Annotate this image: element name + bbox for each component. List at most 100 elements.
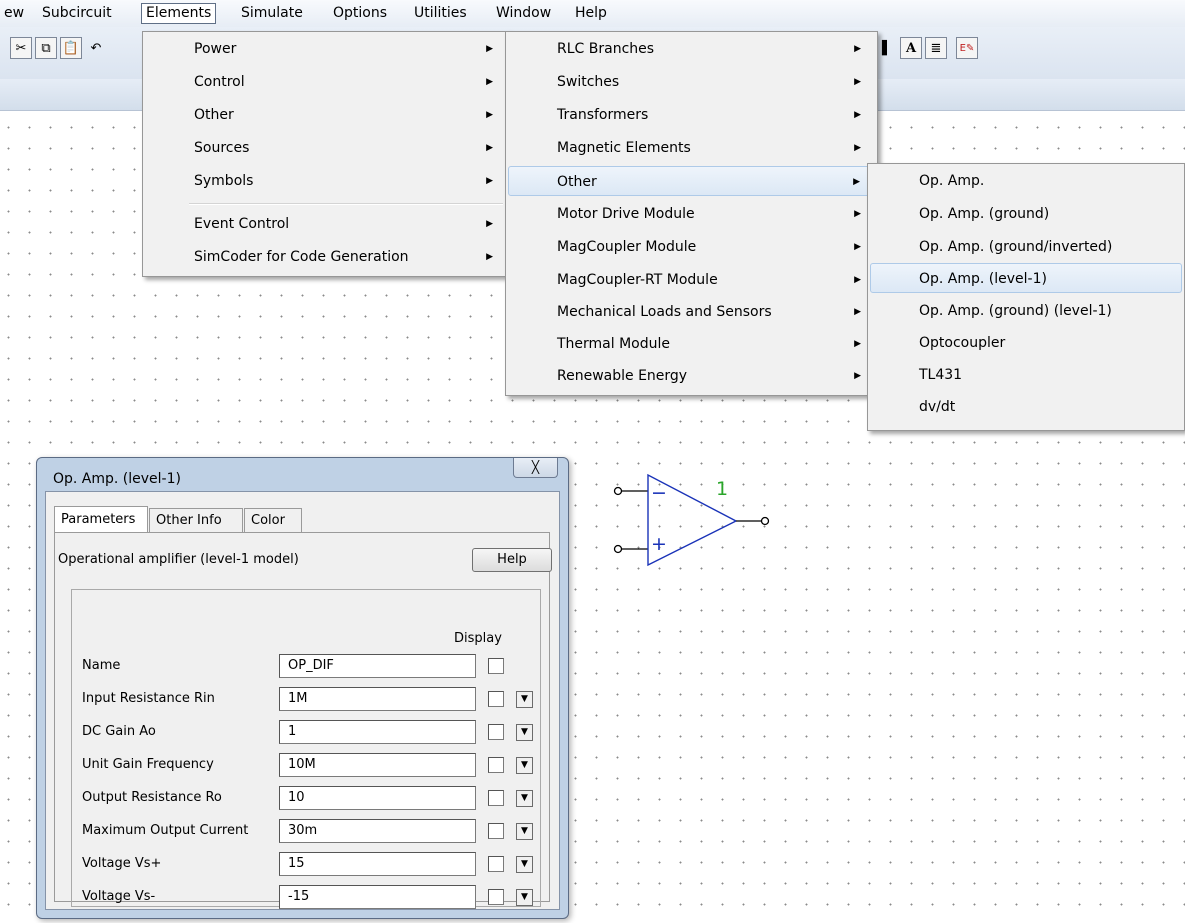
opamp-symbol[interactable]: − + 1: [608, 470, 778, 580]
component-description: Operational amplifier (level-1 model): [58, 552, 299, 567]
tab-parameters[interactable]: Parameters: [54, 506, 148, 532]
menu-item-magcoupler[interactable]: MagCoupler Module ▶: [508, 232, 875, 262]
menu-utilities[interactable]: Utilities: [410, 4, 471, 23]
name-field[interactable]: OP_DIF: [279, 654, 476, 678]
chevron-right-icon: ▶: [486, 176, 493, 186]
text-tool-icon[interactable]: A: [900, 37, 922, 59]
chevron-right-icon: ▶: [854, 143, 861, 153]
menu-item-optocoupler[interactable]: Optocoupler: [870, 328, 1182, 358]
param-label: Input Resistance Rin: [82, 691, 215, 706]
param-label: Unit Gain Frequency: [82, 757, 214, 772]
menu-item-opamp-level1[interactable]: Op. Amp. (level-1): [870, 263, 1182, 293]
menu-item-other[interactable]: Other ▶: [145, 100, 507, 130]
chevron-right-icon: ▶: [486, 143, 493, 153]
paste-icon[interactable]: 📋: [60, 37, 82, 59]
menu-item-rlc-branches[interactable]: RLC Branches ▶: [508, 34, 875, 64]
menu-item-tl431[interactable]: TL431: [870, 360, 1182, 390]
display-checkbox[interactable]: [488, 790, 504, 806]
chevron-down-icon[interactable]: ▼: [516, 757, 533, 774]
param-label: Output Resistance Ro: [82, 790, 222, 805]
menu-view[interactable]: ew: [0, 4, 28, 23]
chevron-right-icon: ▶: [854, 307, 861, 317]
menu-item-event-control[interactable]: Event Control ▶: [145, 209, 507, 239]
output-resistance-field[interactable]: 10: [279, 786, 476, 810]
menu-item-transformers[interactable]: Transformers ▶: [508, 100, 875, 130]
input-resistance-field[interactable]: 1M: [279, 687, 476, 711]
menu-item-opamp-ground-inverted[interactable]: Op. Amp. (ground/inverted): [870, 232, 1182, 262]
menu-item-switches[interactable]: Switches ▶: [508, 67, 875, 97]
opamp-input-minus-terminal: [613, 486, 623, 496]
menu-options[interactable]: Options: [329, 4, 391, 23]
menu-separator: [189, 203, 503, 205]
chevron-down-icon[interactable]: ▼: [516, 790, 533, 807]
param-label: DC Gain Ao: [82, 724, 156, 739]
menu-item-magnetic-elements[interactable]: Magnetic Elements ▶: [508, 133, 875, 163]
undo-icon[interactable]: ↶: [85, 37, 107, 59]
power-submenu: RLC Branches ▶ Switches ▶ Transformers ▶ Ma…: [505, 31, 878, 396]
param-label: Maximum Output Current: [82, 823, 249, 838]
dialog-body: Parameters Other Info Color Operational …: [45, 491, 560, 910]
menu-bar: ew Subcircuit Elements Simulate Options …: [0, 0, 1185, 28]
menu-subcircuit[interactable]: Subcircuit: [38, 4, 116, 23]
cut-icon[interactable]: ✂: [10, 37, 32, 59]
param-label: Name: [82, 658, 121, 673]
menu-item-opamp-ground[interactable]: Op. Amp. (ground): [870, 199, 1182, 229]
voltage-vs-plus-field[interactable]: 15: [279, 852, 476, 876]
menu-help[interactable]: Help: [571, 4, 611, 23]
menu-item-power-other[interactable]: Other ▶: [508, 166, 875, 196]
close-icon[interactable]: ╳: [513, 458, 558, 478]
elements-menu: Power ▶ Control ▶ Other ▶ Sources ▶ Symbols ▶…: [142, 31, 510, 277]
menu-item-sources[interactable]: Sources ▶: [145, 133, 507, 163]
opamp-plus-sign: +: [651, 533, 667, 555]
unit-gain-frequency-field[interactable]: 10M: [279, 753, 476, 777]
menu-elements[interactable]: Elements: [141, 3, 217, 24]
draw-pen-icon[interactable]: E ✎: [956, 37, 978, 59]
tab-other-info[interactable]: Other Info: [149, 508, 243, 532]
display-checkbox[interactable]: [488, 757, 504, 773]
menu-window[interactable]: Window: [492, 4, 555, 23]
menu-item-power[interactable]: Power ▶: [145, 34, 507, 64]
help-button[interactable]: Help: [472, 548, 552, 572]
menu-simulate[interactable]: Simulate: [237, 4, 307, 23]
toolbar-separator-icon: ▌: [882, 40, 892, 56]
menu-item-opamp-ground-level1[interactable]: Op. Amp. (ground) (level-1): [870, 296, 1182, 326]
max-output-current-field[interactable]: 30m: [279, 819, 476, 843]
menu-item-opamp[interactable]: Op. Amp.: [870, 166, 1182, 196]
chevron-down-icon[interactable]: ▼: [516, 823, 533, 840]
opamp-output-terminal: [760, 516, 770, 526]
display-checkbox[interactable]: [488, 691, 504, 707]
menu-item-thermal[interactable]: Thermal Module ▶: [508, 329, 875, 359]
menu-item-control[interactable]: Control ▶: [145, 67, 507, 97]
display-checkbox[interactable]: [488, 856, 504, 872]
align-text-icon[interactable]: ≣: [925, 37, 947, 59]
menu-item-renewable-energy[interactable]: Renewable Energy ▶: [508, 361, 875, 391]
menu-item-symbols[interactable]: Symbols ▶: [145, 166, 507, 196]
display-checkbox[interactable]: [488, 823, 504, 839]
tab-color[interactable]: Color: [244, 508, 302, 532]
chevron-right-icon: ▶: [854, 242, 861, 252]
menu-item-simcoder[interactable]: SimCoder for Code Generation ▶: [145, 242, 507, 272]
menu-item-magcoupler-rt[interactable]: MagCoupler-RT Module ▶: [508, 265, 875, 295]
chevron-right-icon: ▶: [854, 44, 861, 54]
display-checkbox[interactable]: [488, 658, 504, 674]
display-checkbox[interactable]: [488, 724, 504, 740]
copy-icon[interactable]: ⧉: [35, 37, 57, 59]
voltage-vs-minus-field[interactable]: -15: [279, 885, 476, 909]
menu-item-motor-drive[interactable]: Motor Drive Module ▶: [508, 199, 875, 229]
chevron-right-icon: ▶: [854, 339, 861, 349]
chevron-right-icon: ▶: [486, 219, 493, 229]
chevron-right-icon: ▶: [854, 209, 861, 219]
menu-item-mechanical-loads[interactable]: Mechanical Loads and Sensors ▶: [508, 297, 875, 327]
opamp-input-plus-terminal: [613, 544, 623, 554]
chevron-down-icon[interactable]: ▼: [516, 856, 533, 873]
other-submenu: Op. Amp. Op. Amp. (ground) Op. Amp. (gro…: [867, 163, 1185, 431]
chevron-down-icon[interactable]: ▼: [516, 889, 533, 906]
chevron-right-icon: ▶: [854, 371, 861, 381]
display-checkbox[interactable]: [488, 889, 504, 905]
chevron-down-icon[interactable]: ▼: [516, 691, 533, 708]
dc-gain-field[interactable]: 1: [279, 720, 476, 744]
chevron-right-icon: ▶: [486, 44, 493, 54]
chevron-down-icon[interactable]: ▼: [516, 724, 533, 741]
chevron-right-icon: ▶: [486, 77, 493, 87]
menu-item-dvdt[interactable]: dv/dt: [870, 392, 1182, 422]
